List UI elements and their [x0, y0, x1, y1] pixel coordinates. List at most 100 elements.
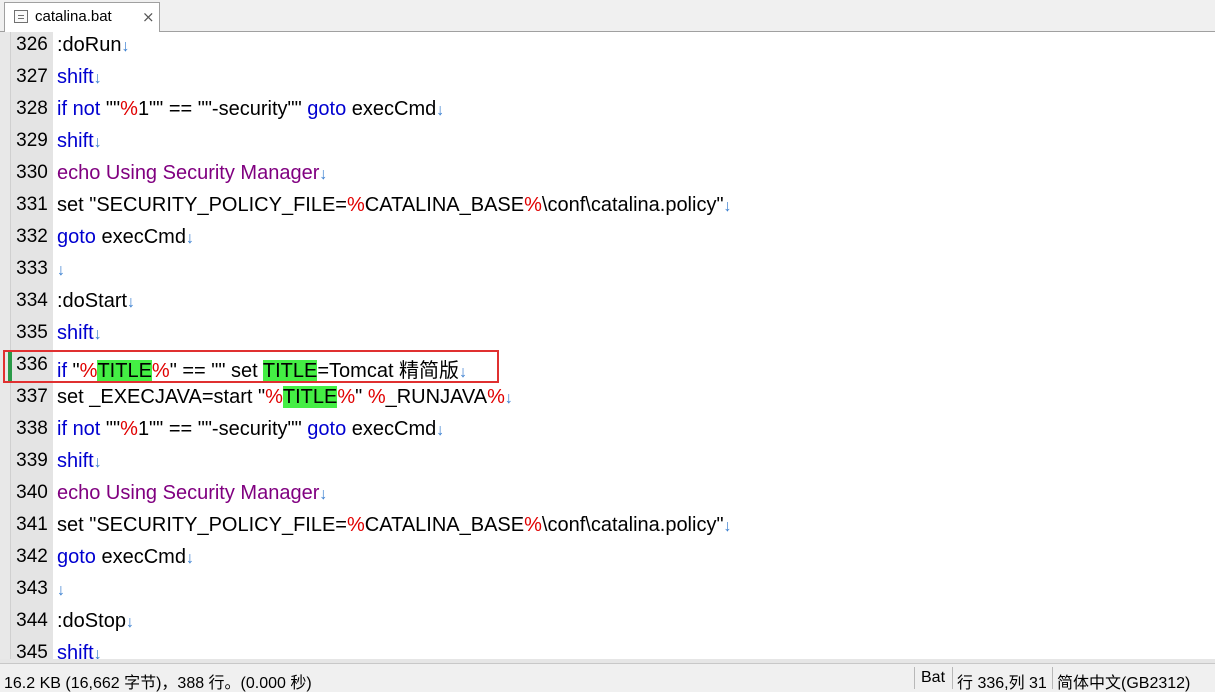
line-number: 335	[16, 322, 48, 343]
code-line[interactable]: 344:doStop↓	[0, 608, 1215, 640]
code-token: %	[120, 98, 138, 120]
status-separator	[952, 667, 953, 689]
status-separator	[1052, 667, 1053, 689]
tab-catalina-bat[interactable]: catalina.bat ×	[4, 2, 160, 32]
code-token: CATALINA_BASE	[364, 514, 525, 536]
line-end-icon: ↓	[93, 454, 102, 471]
code-token: :doStart	[57, 290, 128, 312]
document-icon	[14, 10, 28, 23]
code-line[interactable]: 338 if not ""%1"" == ""-security"" goto e…	[0, 416, 1215, 448]
line-code: echo Using Security Manager↓	[57, 162, 327, 185]
code-line[interactable]: 339 shift↓	[0, 448, 1215, 480]
line-number: 333	[16, 258, 48, 279]
line-end-icon: ↓	[723, 198, 732, 215]
line-end-icon: ↓	[57, 582, 65, 599]
code-token: set "SECURITY_POLICY_FILE=	[57, 194, 347, 216]
search-match-highlight: TITLE	[282, 386, 338, 408]
editor-area[interactable]: 326:doRun↓ 327 shift↓ 328 if not ""%1"" == "…	[0, 32, 1215, 659]
line-end-icon: ↓	[185, 550, 194, 567]
code-token: not	[72, 418, 101, 440]
code-token: if	[57, 418, 67, 440]
code-line[interactable]: 340 echo Using Security Manager↓	[0, 480, 1215, 512]
status-separator	[914, 667, 915, 689]
line-number: 329	[16, 130, 48, 151]
code-line[interactable]: 343 ↓	[0, 576, 1215, 608]
code-token: CATALINA_BASE	[364, 194, 525, 216]
code-token: shift	[57, 130, 94, 152]
line-end-icon: ↓	[93, 646, 102, 659]
code-token: set _EXECJAVA=start "	[57, 386, 266, 408]
line-number: 328	[16, 98, 48, 119]
code-line[interactable]: 332 goto execCmd↓	[0, 224, 1215, 256]
line-number: 326	[16, 34, 48, 55]
line-number: 341	[16, 514, 48, 535]
line-number: 327	[16, 66, 48, 87]
line-number: 338	[16, 418, 48, 439]
code-token: %	[346, 514, 365, 536]
code-line[interactable]: 342 goto execCmd↓	[0, 544, 1215, 576]
code-token: goto	[57, 546, 96, 568]
code-token: execCmd	[95, 546, 186, 568]
line-end-icon: ↓	[93, 134, 102, 151]
code-token: shift	[57, 322, 94, 344]
line-number: 334	[16, 290, 48, 311]
line-end-icon: ↓	[125, 614, 134, 631]
line-end-icon: ↓	[93, 326, 102, 343]
code-token: shift	[57, 450, 94, 472]
line-code: echo Using Security Manager↓	[57, 482, 327, 505]
line-end-icon: ↓	[185, 230, 194, 247]
line-code: :doRun↓	[57, 34, 130, 57]
line-code: shift↓	[57, 130, 102, 153]
line-code: ↓	[57, 258, 65, 281]
code-token: 1"" == ""-security""	[137, 418, 308, 440]
code-token: :doRun	[57, 34, 122, 56]
code-line[interactable]: 330 echo Using Security Manager↓	[0, 160, 1215, 192]
code-token: %	[367, 386, 386, 408]
line-code: goto execCmd↓	[57, 226, 194, 249]
line-code: ↓	[57, 578, 65, 601]
line-code: :doStart↓	[57, 290, 135, 313]
code-token: _RUNJAVA	[385, 386, 488, 408]
line-number: 330	[16, 162, 48, 183]
line-code: shift↓	[57, 322, 102, 345]
code-token: goto	[307, 418, 347, 440]
code-line[interactable]: 337 set _EXECJAVA=start "%TITLE%" %_RUNJA…	[0, 384, 1215, 416]
status-encoding[interactable]: 简体中文(GB2312)	[1057, 669, 1190, 693]
code-line[interactable]: 333 ↓	[0, 256, 1215, 288]
line-end-icon: ↓	[93, 70, 102, 87]
status-bar: 16.2 KB (16,662 字节)，388 行。(0.000 秒) Bat …	[0, 663, 1215, 692]
line-code: set _EXECJAVA=start "%TITLE%" %_RUNJAVA%…	[57, 386, 513, 409]
code-token: "	[355, 386, 368, 408]
code-token: %	[524, 514, 542, 536]
code-line[interactable]: 334 :doStart↓	[0, 288, 1215, 320]
line-code: shift↓	[57, 642, 102, 659]
code-line[interactable]: 327 shift↓	[0, 64, 1215, 96]
line-code: shift↓	[57, 450, 102, 473]
code-line[interactable]: 345 shift↓	[0, 640, 1215, 659]
code-line[interactable]: 331 set "SECURITY_POLICY_FILE=%CATALINA_B…	[0, 192, 1215, 224]
status-cursor-position[interactable]: 行 336,列 31	[957, 669, 1047, 693]
code-line[interactable]: 341 set "SECURITY_POLICY_FILE=%CATALINA_B…	[0, 512, 1215, 544]
status-language[interactable]: Bat	[921, 669, 945, 687]
code-token: \conf\catalina.policy"	[541, 194, 724, 216]
line-end-icon: ↓	[319, 486, 328, 503]
code-token: %	[524, 194, 542, 216]
line-end-icon: ↓	[57, 262, 65, 279]
line-end-icon: ↓	[319, 166, 328, 183]
code-token: %	[346, 194, 365, 216]
highlight-box	[3, 350, 499, 383]
code-line[interactable]: 329 shift↓	[0, 128, 1215, 160]
code-token: shift	[57, 66, 94, 88]
line-end-icon: ↓	[723, 518, 732, 535]
code-token: 1"" == ""-security""	[137, 98, 308, 120]
close-icon[interactable]: ×	[142, 8, 155, 26]
code-token: %	[265, 386, 283, 408]
code-token: :doStop	[57, 610, 126, 632]
code-line[interactable]: 326 :doRun↓	[0, 32, 1215, 64]
line-code: :doStop↓	[57, 610, 134, 633]
code-line[interactable]: 335 shift↓	[0, 320, 1215, 352]
line-number: 345	[16, 642, 48, 659]
line-code: if not ""%1"" == ""-security"" goto exec…	[57, 98, 444, 121]
code-line[interactable]: 328 if not ""%1"" == ""-security"" goto e…	[0, 96, 1215, 128]
code-token: ""	[100, 418, 121, 440]
